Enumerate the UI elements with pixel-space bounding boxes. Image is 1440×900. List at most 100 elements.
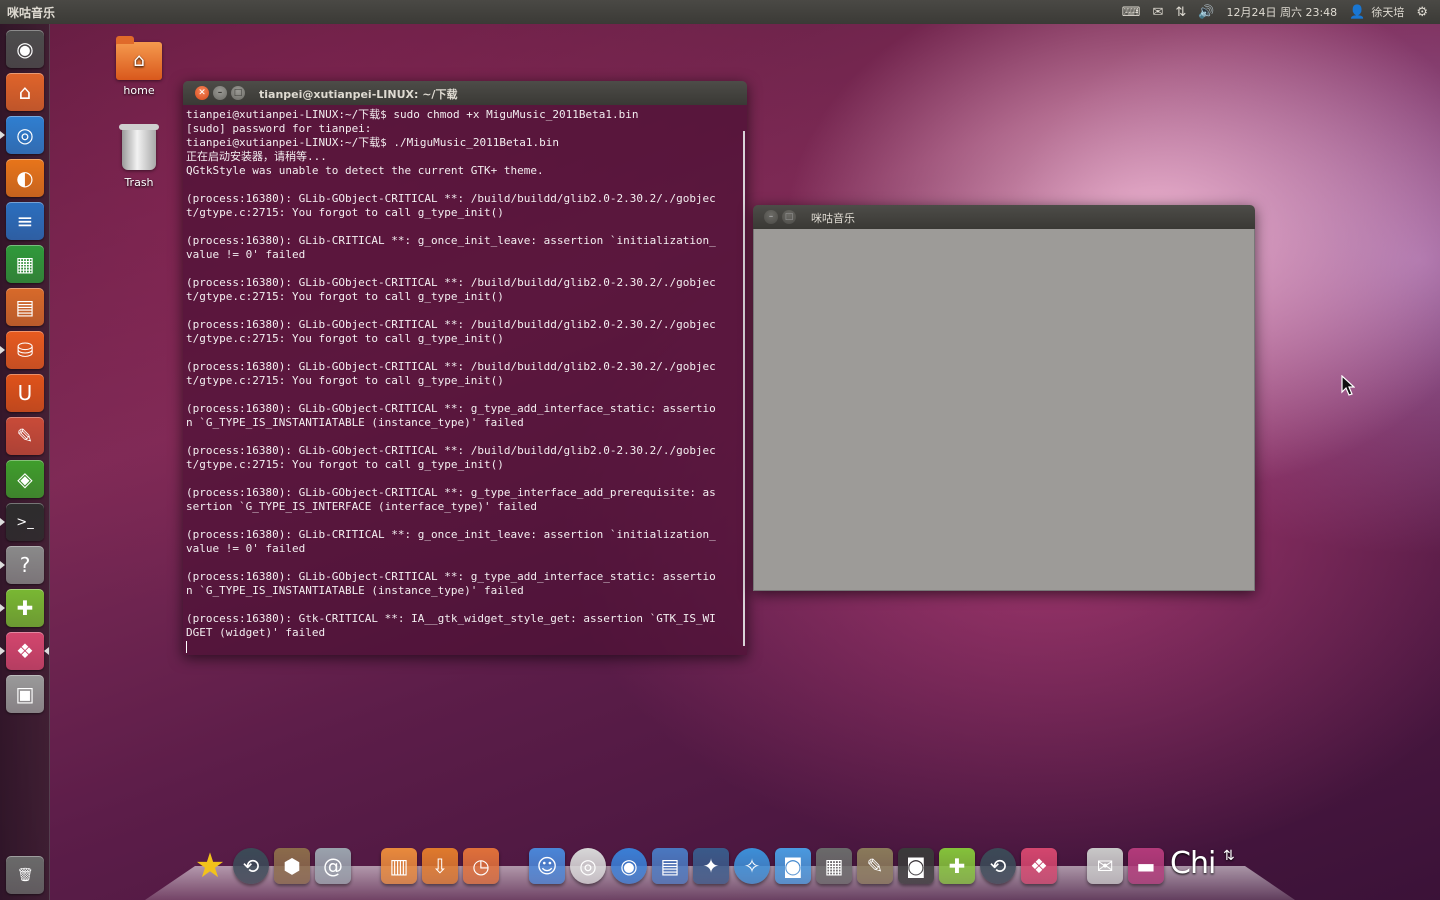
dock-documents-folder-icon[interactable]: ▥	[381, 848, 417, 884]
user-icon[interactable]: 👤	[1343, 0, 1371, 24]
launcher-system-settings-icon[interactable]: ✎	[6, 417, 44, 455]
terminal-line: (process:16380): GLib-GObject-CRITICAL *…	[186, 192, 716, 205]
dock-dvd-icon[interactable]: ◎	[570, 848, 606, 884]
terminal-titlebar[interactable]: ✕ – □ tianpei@xutianpei-LINUX: ~/下载	[183, 81, 747, 105]
terminal-line: (process:16380): GLib-GObject-CRITICAL *…	[186, 486, 716, 499]
terminal-cursor	[186, 641, 187, 653]
system-tray: ⌨ ✉ ⇅ 🔊 12月24日 周六 23:48 👤 徐天培 ⚙	[1116, 0, 1434, 24]
launcher-help-icon[interactable]: ?	[6, 546, 44, 584]
maximize-icon[interactable]: □	[782, 210, 796, 224]
writer-icon: ≡	[16, 209, 34, 233]
volume-icon[interactable]: 🔊	[1192, 0, 1220, 24]
dock-mail-envelope-icon[interactable]: ✉	[1087, 848, 1123, 884]
terminal-line: t/gtype.c:2715: You forgot to call g_typ…	[186, 206, 504, 219]
terminal-line: (process:16380): GLib-GObject-CRITICAL *…	[186, 360, 716, 373]
migu-music-window: – □ 咪咕音乐	[753, 205, 1255, 591]
launcher-calc-icon[interactable]: ▦	[6, 245, 44, 283]
dock-calculator-icon[interactable]: ▦	[816, 848, 852, 884]
dock-preview-icon[interactable]: ▤	[652, 848, 688, 884]
dock-downloads-folder-icon[interactable]: ⇩	[422, 848, 458, 884]
active-indicator	[44, 647, 49, 655]
minimize-icon[interactable]: –	[213, 86, 227, 100]
launcher-android-icon[interactable]: ✚	[6, 589, 44, 627]
ubuntu-one-icon: U	[17, 381, 33, 405]
launcher-dash-home-icon[interactable]: ◉	[6, 30, 44, 68]
chi-text[interactable]: Chi	[1170, 846, 1216, 881]
running-indicator	[0, 518, 5, 526]
dock-time-machine-icon[interactable]: ⟲	[233, 848, 269, 884]
user-name[interactable]: 徐天培	[1371, 0, 1410, 24]
terminal-line: n `G_TYPE_IS_INSTANTIATABLE (instance_ty…	[186, 416, 524, 429]
launcher-chromium-icon[interactable]: ◎	[6, 116, 44, 154]
terminal-line: [sudo] password for tianpei:	[186, 122, 372, 135]
launcher-impress-icon[interactable]: ▤	[6, 288, 44, 326]
dock-camera-icon[interactable]: ◙	[898, 848, 934, 884]
migu-titlebar[interactable]: – □ 咪咕音乐	[753, 205, 1255, 229]
migu-content-area[interactable]	[753, 229, 1255, 591]
firefox-icon: ◐	[16, 166, 34, 190]
dock-package-icon[interactable]: ❖	[1021, 848, 1057, 884]
dock-favorites-star-icon[interactable]: ★	[192, 848, 228, 884]
terminal-line: (process:16380): GLib-GObject-CRITICAL *…	[186, 276, 716, 289]
terminal-line: t/gtype.c:2715: You forgot to call g_typ…	[186, 290, 504, 303]
unity-launcher: ◉ ⌂ ◎ ◐ ≡ ▦ ▤ ⛁ U ✎ ◈ >_? ✚ ❖ ▣ 🗑	[0, 24, 50, 900]
desktop-icon-trash[interactable]: Trash	[99, 124, 179, 189]
terminal-line: sertion `G_TYPE_IS_INTERFACE (interface_…	[186, 500, 537, 513]
close-icon[interactable]: ✕	[195, 86, 209, 100]
impress-icon: ▤	[15, 295, 35, 319]
keyboard-icon[interactable]: ⌨	[1116, 0, 1147, 24]
terminal-line: (process:16380): GLib-GObject-CRITICAL *…	[186, 444, 716, 457]
launcher-ubuntu-one-icon[interactable]: U	[6, 374, 44, 412]
desktop-icon-label: Trash	[124, 176, 154, 189]
launcher-software-center-icon[interactable]: ⛁	[6, 331, 44, 369]
running-indicator	[0, 604, 5, 612]
dock-package-installer-icon[interactable]: ⬢	[274, 848, 310, 884]
terminal-line: (process:16380): GLib-GObject-CRITICAL *…	[186, 318, 716, 331]
maximize-icon[interactable]: □	[231, 86, 245, 100]
dock-gimp-icon[interactable]: ✎	[857, 848, 893, 884]
dock-recent-folder-icon[interactable]: ◷	[463, 848, 499, 884]
dash-home-icon: ◉	[16, 37, 34, 61]
dock-android-icon[interactable]: ✚	[939, 848, 975, 884]
terminal-window: ✕ – □ tianpei@xutianpei-LINUX: ~/下载 tian…	[183, 81, 747, 655]
workspace-icon: ◈	[17, 467, 33, 491]
dock-chromium-icon[interactable]: ◉	[611, 848, 647, 884]
dock-ichat-icon[interactable]: ◙	[775, 848, 811, 884]
launcher-package-icon[interactable]: ❖	[6, 632, 44, 670]
power-gear-icon[interactable]: ⚙	[1410, 0, 1434, 24]
launcher-trash-icon[interactable]: 🗑	[6, 856, 44, 894]
launcher-window-manager-icon[interactable]: ▣	[6, 675, 44, 713]
mouse-cursor-icon	[1341, 375, 1355, 396]
files-folder-icon: ⌂	[18, 80, 32, 104]
network-arrows-icon[interactable]: ⇅	[1223, 848, 1235, 864]
top-panel: 咪咕音乐 ⌨ ✉ ⇅ 🔊 12月24日 周六 23:48 👤 徐天培 ⚙	[0, 0, 1440, 24]
launcher-firefox-icon[interactable]: ◐	[6, 159, 44, 197]
launcher-files-folder-icon[interactable]: ⌂	[6, 73, 44, 111]
dock-wallpaper-icon[interactable]: ▬	[1128, 848, 1164, 884]
android-icon: ✚	[16, 596, 34, 620]
launcher-terminal-icon[interactable]: >_	[6, 503, 44, 541]
launcher-workspace-icon[interactable]: ◈	[6, 460, 44, 498]
launcher-writer-icon[interactable]: ≡	[6, 202, 44, 240]
terminal-line: (process:16380): GLib-GObject-CRITICAL *…	[186, 402, 716, 415]
terminal-scrollbar[interactable]	[743, 131, 745, 646]
home-folder-icon: ⌂	[116, 36, 162, 80]
terminal-output[interactable]: tianpei@xutianpei-LINUX:~/下载$ sudo chmod…	[183, 105, 747, 655]
dock-time-machine-icon[interactable]: ⟲	[980, 848, 1016, 884]
dock-preview-photo-icon[interactable]: ✦	[693, 848, 729, 884]
running-indicator	[0, 131, 5, 139]
desktop-icon-home[interactable]: ⌂ home	[99, 36, 179, 97]
desktop-icon-label: home	[123, 84, 155, 97]
dock-finder-icon[interactable]: ☺	[529, 848, 565, 884]
terminal-line: value != 0' failed	[186, 542, 306, 555]
network-icon[interactable]: ⇅	[1169, 0, 1192, 24]
clock[interactable]: 12月24日 周六 23:48	[1220, 0, 1343, 24]
software-center-icon: ⛁	[16, 338, 34, 362]
terminal-line: t/gtype.c:2715: You forgot to call g_typ…	[186, 332, 504, 345]
app-menu-title[interactable]: 咪咕音乐	[7, 4, 55, 21]
dock-mail-stamp-icon[interactable]: @	[315, 848, 351, 884]
dock-safari-icon[interactable]: ✧	[734, 848, 770, 884]
minimize-icon[interactable]: –	[764, 210, 778, 224]
mail-icon[interactable]: ✉	[1146, 0, 1169, 24]
running-indicator	[0, 647, 5, 655]
